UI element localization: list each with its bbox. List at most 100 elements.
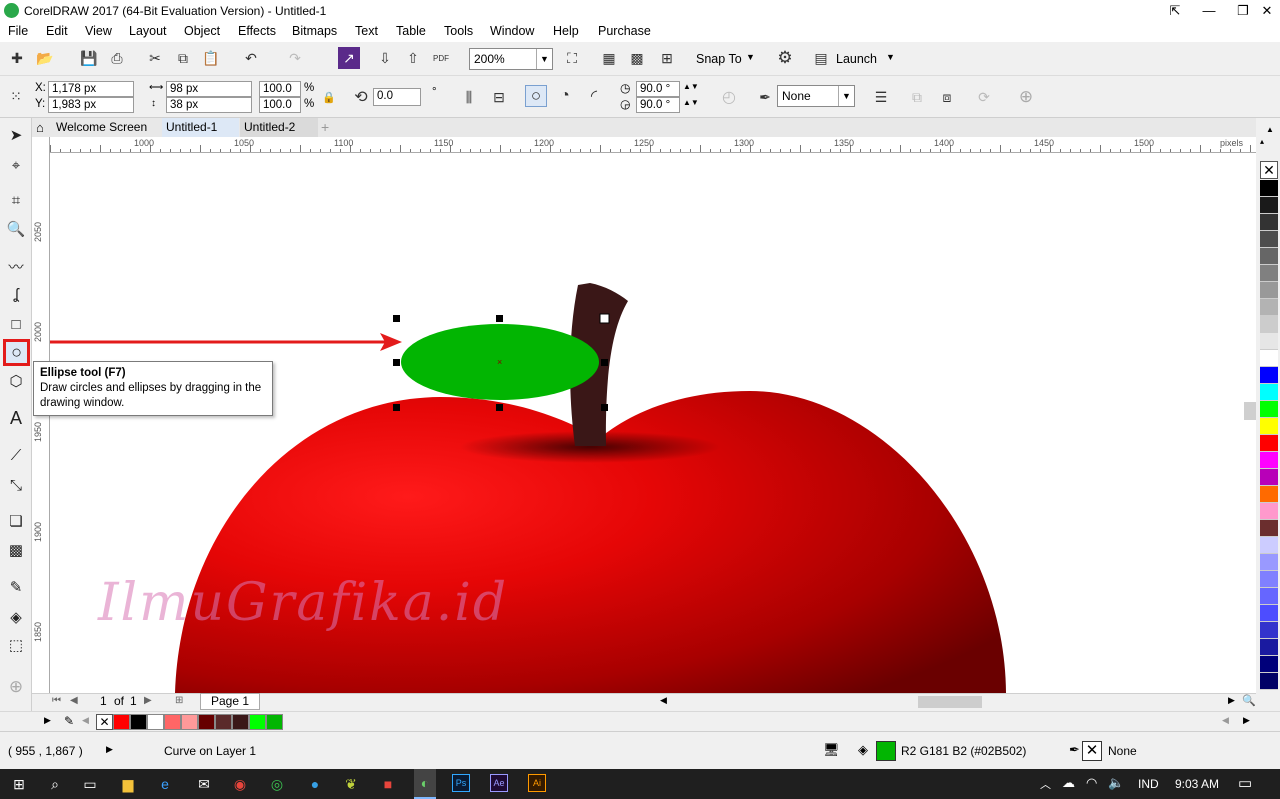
pick-tool-icon[interactable]: ➤ <box>5 124 27 146</box>
fill-color-swatch[interactable] <box>876 741 896 761</box>
new-tab-icon[interactable]: + <box>321 119 329 135</box>
palette-swatch[interactable] <box>1260 588 1278 605</box>
new-document-icon[interactable]: ✚ <box>6 47 28 69</box>
show-rulers-icon[interactable]: ▦ <box>598 47 620 69</box>
menu-purchase[interactable]: Purchase <box>598 24 651 38</box>
app-icon[interactable]: ● <box>305 774 325 794</box>
task-view-icon[interactable]: ▭ <box>80 774 100 794</box>
chrome-icon[interactable]: ◉ <box>230 774 250 794</box>
palette-swatch[interactable] <box>1260 367 1278 384</box>
spinner-icon[interactable]: ▲▼ <box>683 98 699 107</box>
import-icon[interactable]: ⇩ <box>374 47 396 69</box>
palette-swatch[interactable] <box>1260 214 1278 231</box>
clock[interactable]: 9:03 AM <box>1175 777 1219 791</box>
width-field[interactable]: 98 px <box>166 81 252 97</box>
document-swatch[interactable] <box>147 714 164 730</box>
connector-tool-icon[interactable]: ⤡ <box>5 474 27 496</box>
document-swatch[interactable] <box>130 714 147 730</box>
redo-icon[interactable]: ↷ <box>284 47 306 69</box>
eyedropper-icon[interactable]: ✎ <box>64 714 74 728</box>
text-wrap-icon[interactable]: ☰ <box>870 86 892 108</box>
paste-icon[interactable]: 📋 <box>200 47 222 69</box>
add-tool-icon[interactable]: ⊕ <box>5 676 27 698</box>
freehand-tool-icon[interactable]: 〰 <box>5 255 27 277</box>
file-explorer-icon[interactable]: ▆ <box>118 774 138 794</box>
document-swatch[interactable] <box>181 714 198 730</box>
object-origin-icon[interactable]: ⁙ <box>5 85 27 107</box>
menu-view[interactable]: View <box>85 24 112 38</box>
spinner-icon[interactable]: ▲▼ <box>683 82 699 91</box>
palette-scroll-right-icon[interactable]: ▶ <box>1243 715 1250 726</box>
scale-height-field[interactable]: 100.0 <box>259 97 301 113</box>
action-center-icon[interactable]: ▭ <box>1238 774 1252 792</box>
photoshop-icon[interactable]: Ps <box>452 774 470 792</box>
palette-swatch[interactable] <box>1260 401 1278 418</box>
palette-swatch[interactable] <box>1260 520 1278 537</box>
home-icon[interactable]: ⌂ <box>36 120 44 135</box>
palette-swatch[interactable] <box>1260 537 1278 554</box>
menu-bitmaps[interactable]: Bitmaps <box>292 24 337 38</box>
palette-swatch[interactable] <box>1260 350 1278 367</box>
palette-swatch[interactable] <box>1260 333 1278 350</box>
undo-icon[interactable]: ↶ <box>240 47 262 69</box>
chevron-down-icon[interactable]: ▼ <box>886 52 895 62</box>
menu-object[interactable]: Object <box>184 24 220 38</box>
whatsapp-icon[interactable]: ◎ <box>267 774 287 794</box>
show-hidden-icons[interactable]: ︿ <box>1040 776 1051 792</box>
tab-untitled-1[interactable]: Untitled-1 <box>162 118 239 137</box>
arc-mode-icon[interactable]: ◜ <box>583 85 605 107</box>
menu-edit[interactable]: Edit <box>46 24 68 38</box>
export-icon[interactable]: ⇧ <box>402 47 424 69</box>
add-icon[interactable]: ⊕ <box>1015 86 1037 108</box>
fill-bucket-icon[interactable]: ◈ <box>858 742 868 758</box>
first-page-icon[interactable]: ⏮ <box>52 695 61 706</box>
scale-width-field[interactable]: 100.0 <box>259 81 301 97</box>
palette-swatch[interactable] <box>1260 486 1278 503</box>
document-swatch[interactable] <box>266 714 283 730</box>
edge-browser-icon[interactable]: e <box>155 774 175 794</box>
scroll-right-icon[interactable]: ▶ <box>1228 695 1235 706</box>
palette-swatch[interactable] <box>1260 673 1278 690</box>
next-page-icon[interactable]: ▶ <box>144 695 152 706</box>
document-swatch[interactable] <box>232 714 249 730</box>
rotation-angle-field[interactable]: 0.0 <box>373 88 421 106</box>
palette-swatch[interactable] <box>1260 265 1278 282</box>
palette-swatch[interactable] <box>1260 503 1278 520</box>
tab-untitled-2[interactable]: Untitled-2 <box>240 118 318 137</box>
palette-scroll-up-icon[interactable]: ▴ <box>1260 137 1270 147</box>
document-swatch[interactable] <box>113 714 130 730</box>
palette-swatch[interactable] <box>1260 554 1278 571</box>
no-color-swatch[interactable]: ✕ <box>96 714 113 730</box>
palette-swatch[interactable] <box>1260 316 1278 333</box>
app-icon[interactable]: ❦ <box>341 774 361 794</box>
show-grid-icon[interactable]: ▩ <box>626 47 648 69</box>
parallel-dimension-icon[interactable]: ⟋ <box>5 444 27 466</box>
scroll-up-icon[interactable]: ▲ <box>1266 125 1274 134</box>
scroll-left-icon[interactable]: ◀ <box>660 695 667 706</box>
end-angle-field[interactable]: 90.0 ° <box>636 97 680 113</box>
ellipse-mode-icon[interactable]: ○ <box>525 85 547 107</box>
full-screen-icon[interactable]: ⛶ <box>561 47 583 69</box>
interactive-fill-icon[interactable]: ◈ <box>5 606 27 628</box>
illustrator-icon[interactable]: Ai <box>528 774 546 792</box>
palette-prev-icon[interactable]: ◀ <box>82 715 89 726</box>
options-gear-icon[interactable]: ⚙ <box>774 47 796 69</box>
snap-to-dropdown[interactable]: Snap To <box>696 52 742 66</box>
scroll-thumb[interactable] <box>1244 402 1256 420</box>
zoom-level-dropdown[interactable]: 200% ▼ <box>469 48 553 70</box>
palette-swatch[interactable] <box>1260 299 1278 316</box>
document-swatch[interactable] <box>249 714 266 730</box>
palette-swatch[interactable] <box>1260 180 1278 197</box>
outline-color-swatch[interactable]: ✕ <box>1082 741 1102 761</box>
wifi-icon[interactable]: ◠ <box>1086 775 1097 791</box>
palette-left-icon[interactable]: ▶ <box>44 715 51 726</box>
coreldraw-taskbar-icon[interactable]: ◐ <box>414 769 436 799</box>
convert-to-curves-icon[interactable]: ⟳ <box>973 86 995 108</box>
selection-handle-top-right[interactable] <box>599 313 610 324</box>
menu-table[interactable]: Table <box>396 24 426 38</box>
palette-swatch[interactable] <box>1260 248 1278 265</box>
palette-swatch[interactable] <box>1260 469 1278 486</box>
page-1-tab[interactable]: Page 1 <box>200 693 261 710</box>
show-guidelines-icon[interactable]: ⊞ <box>656 47 678 69</box>
text-tool-icon[interactable]: A <box>5 407 27 429</box>
